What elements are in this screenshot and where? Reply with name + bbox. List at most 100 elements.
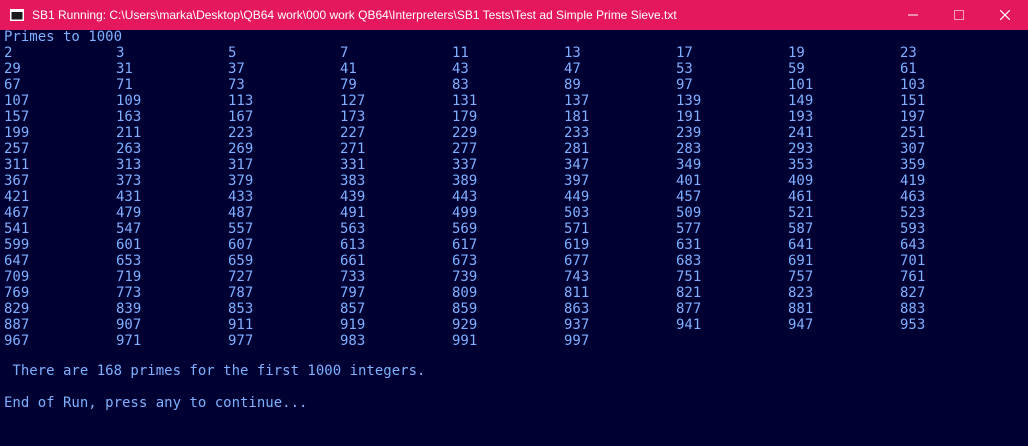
- prime-cell: 163: [116, 109, 142, 125]
- prime-cell: 181: [564, 109, 590, 125]
- prime-cell: 367: [4, 173, 30, 189]
- prime-cell: 859: [452, 301, 478, 317]
- prime-cell: 401: [676, 173, 702, 189]
- prime-cell: 307: [900, 141, 926, 157]
- prime-cell: 277: [452, 141, 478, 157]
- prime-cell: 809: [452, 285, 478, 301]
- prime-cell: 53: [676, 61, 693, 77]
- console-output[interactable]: Primes to 1000 2 3 5 7 11 13 17 19 23 29 31 37 41 43 4…: [0, 29, 1028, 446]
- prime-cell: 199: [4, 125, 30, 141]
- prime-cell: 197: [900, 109, 926, 125]
- prime-cell: 827: [900, 285, 926, 301]
- prime-cell: 389: [452, 173, 478, 189]
- console-window: SB1 Running: C:\Users\marka\Desktop\QB64…: [0, 0, 1028, 446]
- prime-cell: 419: [900, 173, 926, 189]
- prime-cell: 499: [452, 205, 478, 221]
- prime-cell: 587: [788, 221, 814, 237]
- prime-cell: 97: [676, 77, 693, 93]
- prime-cell: 373: [116, 173, 142, 189]
- prime-cell: 139: [676, 93, 702, 109]
- prime-cell: 281: [564, 141, 590, 157]
- prime-cell: 863: [564, 301, 590, 317]
- prime-cell: 743: [564, 269, 590, 285]
- prime-cell: 839: [116, 301, 142, 317]
- prime-cell: 151: [900, 93, 926, 109]
- prime-cell: 13: [564, 45, 581, 61]
- prime-cell: 709: [4, 269, 30, 285]
- prime-cell: 439: [340, 189, 366, 205]
- prime-cell: 883: [900, 301, 926, 317]
- prime-cell: 461: [788, 189, 814, 205]
- prime-cell: 919: [340, 317, 366, 333]
- prime-cell: 257: [4, 141, 30, 157]
- prime-cell: 41: [340, 61, 357, 77]
- prime-cell: 449: [564, 189, 590, 205]
- prime-cell: 311: [4, 157, 30, 173]
- prime-cell: 797: [340, 285, 366, 301]
- prime-cell: 331: [340, 157, 366, 173]
- prime-cell: 941: [676, 317, 702, 333]
- prime-cell: 131: [452, 93, 478, 109]
- prime-cell: 953: [900, 317, 926, 333]
- prime-cell: 683: [676, 253, 702, 269]
- prime-cell: 907: [116, 317, 142, 333]
- prime-cell: 103: [900, 77, 926, 93]
- prime-cell: 653: [116, 253, 142, 269]
- prime-cell: 599: [4, 237, 30, 253]
- console-app-icon[interactable]: [8, 6, 26, 24]
- prime-cell: 521: [788, 205, 814, 221]
- prime-cell: 137: [564, 93, 590, 109]
- title-bar[interactable]: SB1 Running: C:\Users\marka\Desktop\QB64…: [0, 0, 1028, 30]
- prime-cell: 881: [788, 301, 814, 317]
- prime-cell: 557: [228, 221, 254, 237]
- prime-cell: 877: [676, 301, 702, 317]
- prime-cell: 67: [4, 77, 21, 93]
- prime-cell: 347: [564, 157, 590, 173]
- prime-cell: 239: [676, 125, 702, 141]
- prime-cell: 997: [564, 333, 590, 349]
- summary-line: There are 168 primes for the first 1000 …: [4, 363, 426, 379]
- prime-cell: 607: [228, 237, 254, 253]
- prime-cell: 467: [4, 205, 30, 221]
- prime-cell: 23: [900, 45, 917, 61]
- prime-cell: 509: [676, 205, 702, 221]
- prime-cell: 613: [340, 237, 366, 253]
- prime-cell: 409: [788, 173, 814, 189]
- prime-cell: 751: [676, 269, 702, 285]
- prime-cell: 967: [4, 333, 30, 349]
- prime-cell: 821: [676, 285, 702, 301]
- minimize-button[interactable]: [890, 0, 936, 30]
- prime-cell: 659: [228, 253, 254, 269]
- prime-cell: 857: [340, 301, 366, 317]
- prime-cell: 229: [452, 125, 478, 141]
- prime-cell: 223: [228, 125, 254, 141]
- prime-cell: 79: [340, 77, 357, 93]
- prime-cell: 433: [228, 189, 254, 205]
- prime-cell: 293: [788, 141, 814, 157]
- prime-cell: 191: [676, 109, 702, 125]
- prime-cell: 719: [116, 269, 142, 285]
- prime-cell: 233: [564, 125, 590, 141]
- prime-cell: 523: [900, 205, 926, 221]
- prime-cell: 643: [900, 237, 926, 253]
- prime-cell: 379: [228, 173, 254, 189]
- maximize-icon: [954, 10, 964, 20]
- close-button[interactable]: [982, 0, 1028, 30]
- prime-cell: 11: [452, 45, 469, 61]
- prime-cell: 421: [4, 189, 30, 205]
- window-title: SB1 Running: C:\Users\marka\Desktop\QB64…: [32, 8, 677, 22]
- prime-cell: 353: [788, 157, 814, 173]
- prime-cell: 61: [900, 61, 917, 77]
- prime-cell: 179: [452, 109, 478, 125]
- prime-cell: 577: [676, 221, 702, 237]
- maximize-button[interactable]: [936, 0, 982, 30]
- prime-cell: 5: [228, 45, 237, 61]
- prime-cell: 691: [788, 253, 814, 269]
- prime-cell: 17: [676, 45, 693, 61]
- prime-cell: 397: [564, 173, 590, 189]
- prime-cell: 983: [340, 333, 366, 349]
- prime-cell: 109: [116, 93, 142, 109]
- prime-cell: 977: [228, 333, 254, 349]
- prime-cell: 29: [4, 61, 21, 77]
- prime-cell: 631: [676, 237, 702, 253]
